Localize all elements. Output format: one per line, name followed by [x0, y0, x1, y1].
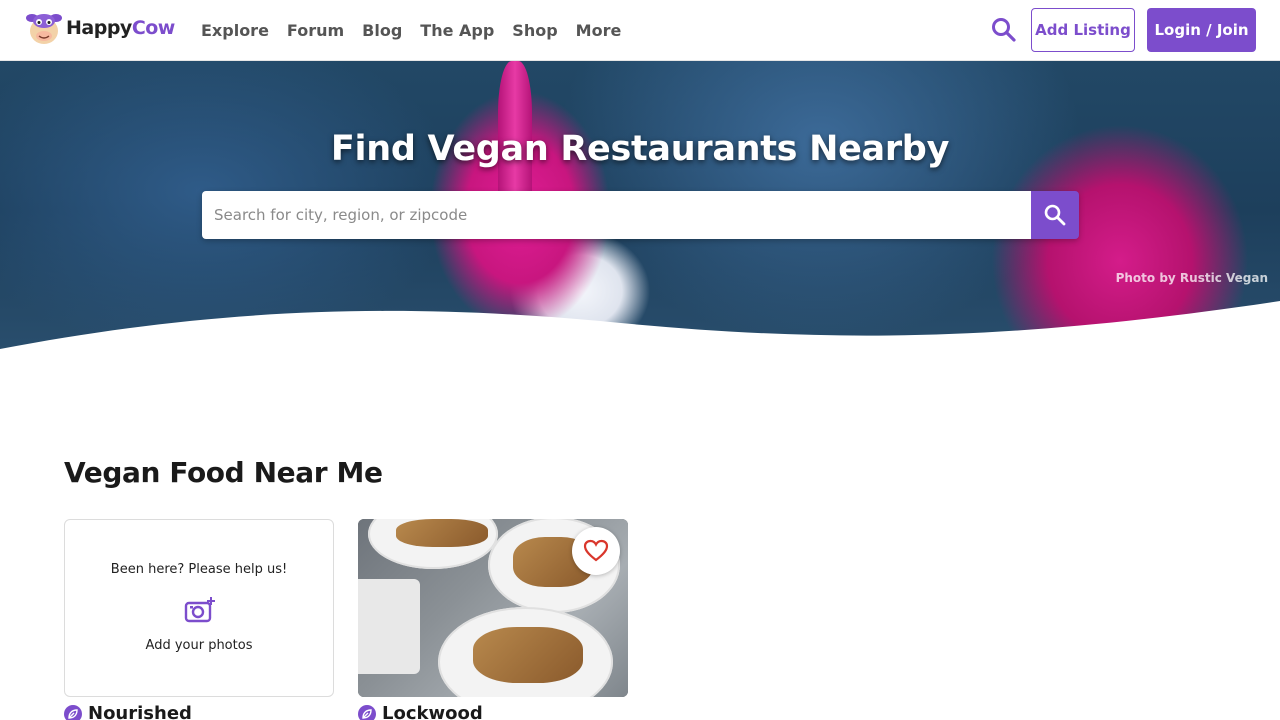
nav-explore[interactable]: Explore	[201, 21, 269, 40]
hero-search-button[interactable]	[1031, 191, 1079, 239]
add-photos-link[interactable]: Add your photos	[65, 638, 333, 653]
nav-forum[interactable]: Forum	[287, 21, 344, 40]
cow-icon	[26, 14, 62, 44]
listing-name[interactable]: Nourished	[88, 703, 192, 720]
logo-happy: Happy	[66, 17, 132, 39]
login-join-button[interactable]: Login / Join	[1147, 8, 1256, 52]
vegan-leaf-icon	[358, 704, 376, 720]
listing-name-row[interactable]: Lockwood	[358, 703, 483, 720]
listing-card-nourished[interactable]: Been here? Please help us! Add your phot…	[64, 519, 334, 697]
nav-shop[interactable]: Shop	[512, 21, 557, 40]
nav-the-app[interactable]: The App	[420, 21, 494, 40]
listing-name-row[interactable]: Nourished	[64, 703, 192, 720]
photo-crepe	[473, 627, 583, 683]
photo-mug	[358, 579, 420, 674]
favorite-button[interactable]	[572, 527, 620, 575]
nav-blog[interactable]: Blog	[362, 21, 402, 40]
nav-more[interactable]: More	[576, 21, 622, 40]
add-listing-button[interactable]: Add Listing	[1031, 8, 1135, 52]
listing-name[interactable]: Lockwood	[382, 703, 483, 720]
search-icon	[992, 18, 1016, 42]
heart-icon	[583, 539, 609, 562]
location-search-input[interactable]	[202, 191, 1031, 239]
hero-title: Find Vegan Restaurants Nearby	[330, 129, 950, 169]
site-header: HappyCow Explore Forum Blog The App Shop…	[0, 0, 1280, 61]
vegan-leaf-icon	[64, 704, 82, 720]
happycow-logo[interactable]: HappyCow	[24, 9, 175, 47]
add-photo-icon[interactable]	[184, 596, 216, 624]
logo-cow: Cow	[131, 17, 176, 39]
section-title: Vegan Food Near Me	[64, 456, 383, 489]
logo-text: HappyCow	[66, 17, 175, 39]
main-nav: Explore Forum Blog The App Shop More	[201, 0, 621, 60]
search-icon	[1044, 204, 1066, 226]
listing-card-lockwood[interactable]	[358, 519, 628, 697]
hero-photo-detail	[498, 61, 532, 191]
hero-wave-divider	[0, 301, 1280, 361]
header-search-button[interactable]	[990, 16, 1018, 44]
hero-search-bar	[202, 191, 1079, 239]
help-text: Been here? Please help us!	[110, 562, 288, 577]
photo-crepe	[396, 519, 488, 547]
hero-banner: Find Vegan Restaurants Nearby Photo by R…	[0, 61, 1280, 361]
